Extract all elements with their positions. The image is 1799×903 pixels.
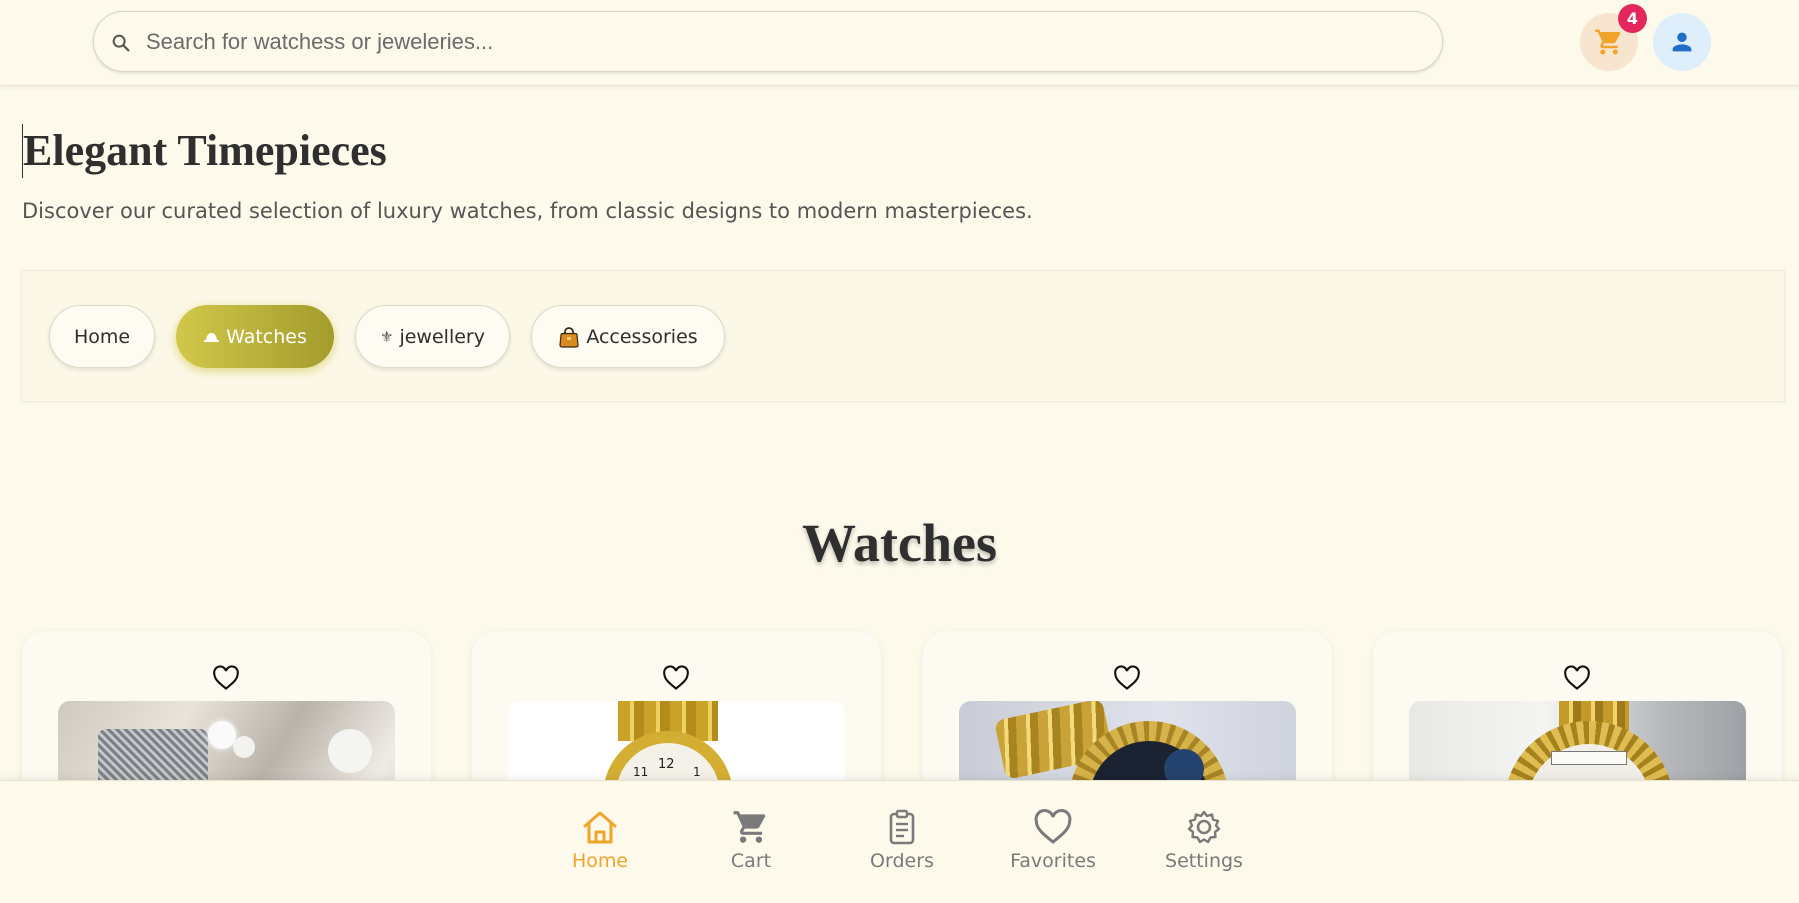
user-profile-button[interactable]	[1653, 13, 1711, 71]
cart-count-badge: 4	[1618, 4, 1647, 33]
handbag-icon	[559, 326, 579, 348]
user-icon	[1672, 32, 1692, 52]
cart-icon	[733, 811, 766, 843]
category-label: Accessories	[586, 325, 698, 348]
page-subtitle: Discover our curated selection of luxury…	[22, 199, 1033, 223]
bottom-nav-home[interactable]: Home	[545, 808, 655, 878]
category-pill-jewellery[interactable]: ⚜ jewellery	[355, 305, 510, 368]
search-icon	[112, 34, 130, 52]
category-pill-watches[interactable]: Watches	[176, 305, 334, 368]
favorite-heart-icon[interactable]	[1113, 665, 1141, 691]
bottom-nav-favorites[interactable]: Favorites	[998, 808, 1108, 878]
category-label: Watches	[226, 325, 307, 348]
search-bar[interactable]	[93, 11, 1443, 72]
fleur-de-lis-icon: ⚜	[380, 327, 394, 346]
bottom-nav-settings[interactable]: Settings	[1149, 808, 1259, 878]
bottom-nav-label: Settings	[1165, 850, 1243, 872]
favorite-heart-icon[interactable]	[1563, 665, 1591, 691]
section-title: Watches	[802, 513, 997, 573]
bottom-nav-label: Home	[571, 850, 629, 872]
hat-icon	[204, 332, 220, 342]
bottom-nav-orders[interactable]: Orders	[847, 808, 957, 878]
search-input[interactable]	[146, 22, 1416, 62]
category-label: Home	[73, 325, 131, 348]
bottom-nav-label: Orders	[870, 850, 934, 872]
clipboard-icon	[889, 809, 915, 845]
cart-icon	[1595, 29, 1621, 55]
favorite-heart-icon[interactable]	[662, 665, 690, 691]
gear-icon	[1187, 810, 1221, 844]
bottom-nav-label: Favorites	[1010, 850, 1096, 872]
bottom-nav-label: Cart	[730, 850, 772, 872]
heart-icon	[1034, 809, 1072, 844]
top-header: 4	[0, 0, 1799, 86]
category-pill-home[interactable]: Home	[49, 305, 155, 368]
page-title: Elegant Timepieces	[22, 124, 387, 178]
category-label: jewellery	[399, 325, 485, 348]
category-pill-accessories[interactable]: Accessories	[531, 305, 725, 368]
favorite-heart-icon[interactable]	[212, 665, 240, 691]
home-icon	[583, 811, 617, 844]
bottom-nav-cart[interactable]: Cart	[696, 808, 806, 878]
